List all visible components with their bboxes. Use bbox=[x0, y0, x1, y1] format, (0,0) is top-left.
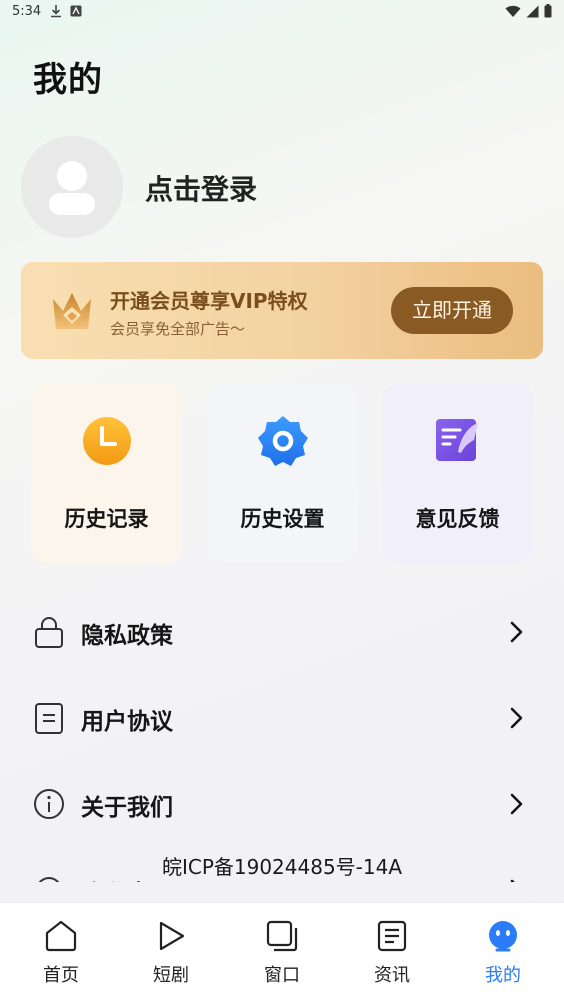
lock-icon bbox=[35, 617, 63, 648]
icp-text: 皖ICP备19024485号-14A bbox=[161, 855, 403, 879]
menu-item-about-us[interactable]: 关于我们 bbox=[0, 760, 564, 846]
bottom-tab-bar: 首页 短剧 窗口 资讯 我的 bbox=[0, 902, 564, 1004]
menu-item-privacy-policy[interactable]: 隐私政策 bbox=[0, 588, 564, 674]
crown-icon bbox=[53, 293, 91, 329]
chevron-right-icon bbox=[510, 707, 523, 729]
vip-open-button[interactable]: 立即开通 bbox=[391, 287, 513, 334]
tab-label: 短剧 bbox=[153, 965, 189, 986]
quick-action-settings[interactable]: 历史设置 bbox=[207, 383, 358, 563]
status-time: 5:34 bbox=[12, 4, 42, 19]
signal-icon bbox=[526, 5, 539, 17]
tab-label: 资讯 bbox=[374, 965, 410, 986]
status-bar: 5:34 bbox=[0, 0, 564, 24]
icp-record: 皖ICP备19024485号-14A bbox=[0, 851, 564, 880]
tab-profile[interactable]: 我的 bbox=[447, 903, 559, 1004]
login-label[interactable]: 点击登录 bbox=[145, 168, 257, 208]
quick-actions: 历史记录 历史设置 意见反馈 bbox=[31, 383, 533, 563]
clock-icon bbox=[82, 417, 131, 465]
tab-label: 首页 bbox=[43, 965, 79, 986]
download-icon bbox=[51, 5, 61, 18]
quick-action-label: 意见反馈 bbox=[415, 507, 500, 531]
profile-icon bbox=[489, 921, 517, 952]
wifi-icon bbox=[505, 5, 521, 17]
menu-item-user-agreement[interactable]: 用户协议 bbox=[0, 674, 564, 760]
chevron-right-icon bbox=[510, 793, 523, 815]
info-icon bbox=[34, 789, 64, 819]
user-avatar-icon[interactable] bbox=[21, 136, 123, 238]
feedback-icon bbox=[435, 419, 478, 461]
vip-subtitle: 会员享免全部广告～ bbox=[110, 320, 246, 338]
profile-login[interactable]: 点击登录 bbox=[21, 136, 441, 240]
battery-icon bbox=[544, 4, 552, 18]
menu-item-label: 隐私政策 bbox=[81, 623, 173, 649]
vip-banner[interactable]: 开通会员尊享VIP特权 会员享免全部广告～ 立即开通 bbox=[21, 262, 543, 359]
gear-icon bbox=[257, 416, 308, 466]
play-icon bbox=[159, 921, 185, 951]
news-icon bbox=[377, 920, 407, 952]
window-icon bbox=[266, 920, 298, 952]
menu-item-label: 关于我们 bbox=[81, 795, 173, 821]
tab-window[interactable]: 窗口 bbox=[226, 903, 338, 1004]
menu-item-label: 用户协议 bbox=[81, 709, 173, 735]
quick-action-label: 历史记录 bbox=[64, 507, 149, 531]
tab-news[interactable]: 资讯 bbox=[336, 903, 448, 1004]
keyboard-icon bbox=[70, 5, 82, 17]
quick-action-label: 历史设置 bbox=[240, 507, 325, 531]
document-icon bbox=[35, 703, 63, 734]
quick-action-history[interactable]: 历史记录 bbox=[31, 383, 182, 563]
tab-label: 窗口 bbox=[264, 965, 300, 986]
chevron-right-icon bbox=[510, 621, 523, 643]
tab-label: 我的 bbox=[485, 965, 521, 986]
tab-home[interactable]: 首页 bbox=[5, 903, 117, 1004]
tab-short-drama[interactable]: 短剧 bbox=[115, 903, 227, 1004]
page-title: 我的 bbox=[33, 60, 103, 100]
quick-action-feedback[interactable]: 意见反馈 bbox=[382, 383, 533, 563]
settings-menu: 隐私政策 用户协议 关于我们 隐私中心 bbox=[0, 588, 564, 882]
home-icon bbox=[45, 920, 77, 952]
vip-title: 开通会员尊享VIP特权 bbox=[110, 289, 308, 313]
